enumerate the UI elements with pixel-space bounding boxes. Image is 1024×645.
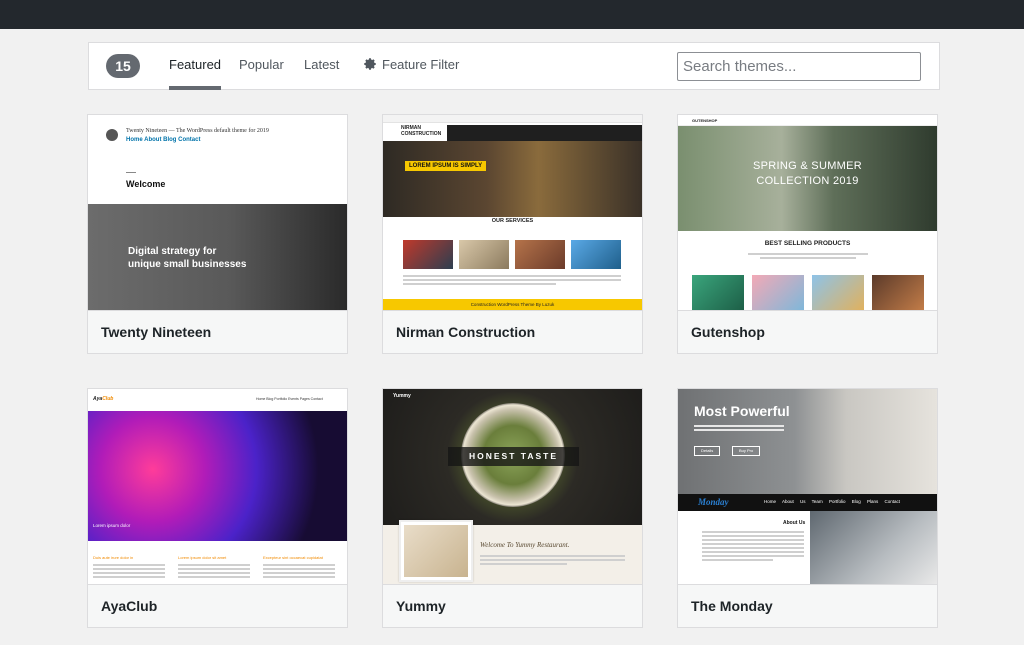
gear-icon	[364, 58, 376, 70]
preview-logo: Yummy	[393, 393, 411, 399]
theme-name[interactable]: AyaClub	[88, 584, 347, 627]
preview-hero-image	[88, 411, 347, 541]
preview-nav	[447, 125, 642, 141]
preview-text-lines	[93, 564, 165, 580]
preview-text-lines	[702, 531, 804, 563]
preview-welcome: Welcome	[126, 179, 166, 189]
preview-logo: AyaClub	[93, 396, 113, 402]
theme-screenshot[interactable]: AyaClub Home Blog Portfolio Events Pages…	[88, 389, 347, 584]
preview-product-image	[872, 275, 924, 310]
theme-screenshot[interactable]: GUTENSHOP SPRING & SUMMER COLLECTION 201…	[678, 115, 937, 310]
theme-screenshot[interactable]: NIRMAN CONSTRUCTION LOREM IPSUM IS SIMPL…	[383, 115, 642, 310]
preview-hero-caption: Lorem ipsum dolor	[93, 523, 131, 528]
preview-hero-badge: LOREM IPSUM IS SIMPLY	[405, 161, 487, 171]
preview-photo	[399, 520, 473, 582]
preview-nav: Home Blog Portfolio Events Pages Contact	[256, 397, 323, 401]
preview-nav: Home About Blog Contact	[126, 137, 201, 143]
theme-screenshot[interactable]: Twenty Nineteen — The WordPress default …	[88, 115, 347, 310]
tab-featured[interactable]: Featured	[169, 43, 222, 90]
theme-card-nirman-construction[interactable]: NIRMAN CONSTRUCTION LOREM IPSUM IS SIMPL…	[382, 114, 643, 354]
preview-site-title: Twenty Nineteen — The WordPress default …	[126, 128, 269, 134]
preview-logo: NIRMAN CONSTRUCTION	[401, 125, 442, 137]
preview-logo: GUTENSHOP	[678, 115, 937, 126]
preview-logo-suffix: Club	[102, 396, 114, 402]
theme-name[interactable]: Nirman Construction	[383, 310, 642, 353]
preview-column-title: Duis aute irure dolor in	[93, 555, 134, 560]
wordpress-logo-icon	[106, 129, 118, 141]
feature-filter-button[interactable]: Feature Filter	[363, 43, 459, 90]
preview-service-image	[459, 240, 509, 269]
preview-hero-text: SPRING & SUMMER COLLECTION 2019	[752, 160, 862, 187]
theme-card-the-monday[interactable]: Most Powerful Details Buy Pro Monday Hom…	[677, 388, 938, 628]
preview-hero-image: Digital strategy for unique small busine…	[88, 204, 347, 310]
search-themes-input[interactable]	[677, 52, 921, 81]
preview-service-image	[403, 240, 453, 269]
preview-hero-title: Most Powerful	[694, 403, 790, 419]
theme-name[interactable]: Gutenshop	[678, 310, 937, 353]
preview-logo-prefix: Aya	[93, 396, 103, 402]
preview-about-heading: About Us	[783, 520, 806, 526]
preview-services-heading: OUR SERVICES	[491, 218, 534, 224]
preview-product-image	[692, 275, 744, 310]
preview-details-button: Details	[694, 446, 721, 456]
preview-service-image	[515, 240, 565, 269]
theme-count-badge: 15	[106, 54, 140, 78]
preview-column-title: Lorem ipsum dolor sit amet	[178, 555, 227, 560]
preview-text-lines	[403, 275, 621, 287]
theme-name[interactable]: The Monday	[678, 584, 937, 627]
theme-card-yummy[interactable]: Yummy HONEST TASTE Welcome To Yummy Rest…	[382, 388, 643, 628]
preview-product-image	[812, 275, 864, 310]
preview-hero-badge: HONEST TASTE	[448, 447, 579, 466]
theme-name[interactable]: Yummy	[383, 584, 642, 627]
preview-text-lines	[694, 425, 784, 433]
preview-divider	[126, 172, 136, 173]
theme-filter-bar: 15 Featured Popular Latest Feature Filte…	[88, 42, 940, 90]
preview-section-title: BEST SELLING PRODUCTS	[764, 240, 851, 247]
preview-hero-image	[383, 141, 642, 217]
theme-screenshot[interactable]: Most Powerful Details Buy Pro Monday Hom…	[678, 389, 937, 584]
admin-bar	[0, 0, 1024, 29]
theme-card-ayaclub[interactable]: AyaClub Home Blog Portfolio Events Pages…	[87, 388, 348, 628]
preview-text-lines	[263, 564, 335, 580]
preview-logo: Monday	[698, 497, 729, 507]
preview-text-lines	[178, 564, 250, 580]
preview-column-title: Excepteur sint occaecat cupidatat	[263, 555, 323, 560]
theme-card-gutenshop[interactable]: GUTENSHOP SPRING & SUMMER COLLECTION 201…	[677, 114, 938, 354]
preview-footer: Construction WordPress Theme By Luzuk	[383, 299, 642, 310]
preview-office-image	[810, 511, 937, 584]
theme-screenshot[interactable]: Yummy HONEST TASTE Welcome To Yummy Rest…	[383, 389, 642, 584]
preview-product-image	[752, 275, 804, 310]
preview-text-lines	[748, 253, 868, 261]
tab-popular[interactable]: Popular	[239, 43, 284, 90]
feature-filter-label: Feature Filter	[382, 57, 460, 72]
preview-buy-button: Buy Pro	[732, 446, 761, 456]
preview-service-image	[571, 240, 621, 269]
preview-header: AyaClub Home Blog Portfolio Events Pages…	[88, 389, 347, 411]
preview-nav-bar: Monday Home About Us Team Portfolio Blog…	[678, 494, 937, 511]
preview-top-strip	[383, 115, 642, 123]
preview-welcome: Welcome To Yummy Restaurant.	[480, 541, 570, 549]
tab-latest[interactable]: Latest	[304, 43, 339, 90]
preview-nav: Home About Us Team Portfolio Blog Plans …	[764, 499, 900, 504]
theme-card-twenty-nineteen[interactable]: Twenty Nineteen — The WordPress default …	[87, 114, 348, 354]
preview-text-lines	[480, 555, 625, 567]
preview-hero-text: Digital strategy for unique small busine…	[128, 246, 247, 270]
theme-name[interactable]: Twenty Nineteen	[88, 310, 347, 353]
